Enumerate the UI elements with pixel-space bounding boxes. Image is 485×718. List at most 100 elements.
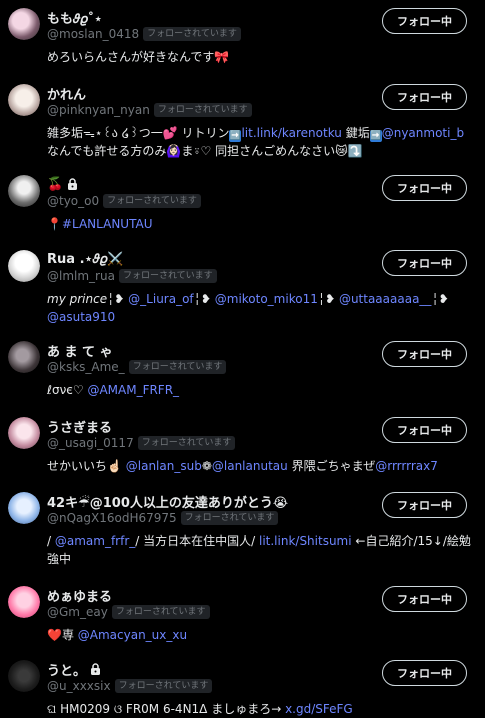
handle-line: @ksks_Ame_ フォローされています — [47, 359, 227, 375]
avatar[interactable] — [8, 492, 40, 524]
display-name[interactable]: もも𝜗𝜚˚⋆ — [47, 8, 102, 27]
follows-you-badge: フォローされています — [153, 103, 252, 117]
avatar[interactable] — [8, 175, 40, 207]
lock-icon — [90, 663, 101, 675]
user-cell[interactable]: めぁゆまる @Gm_eay フォローされています ❤️専 @Amacyan_ux_xu… — [0, 586, 485, 666]
following-button[interactable]: フォロー中 — [382, 492, 467, 518]
mention-link[interactable]: @rrrrrrax7 — [375, 459, 438, 473]
bio-text: ଘ HM0209 ଓ FR0M 6-4N1Δ ましゅまろ→ — [47, 702, 286, 716]
avatar[interactable] — [8, 586, 40, 618]
display-name[interactable]: かれん — [47, 84, 86, 103]
user-handle: @moslan_0418 — [47, 27, 140, 41]
user-bio: せかいいち☝🏻 @lanlan_sub❁@lanlanutau 界隈ごちゃまぜ@… — [47, 457, 472, 475]
avatar[interactable] — [8, 417, 40, 449]
display-name[interactable]: 🍒 — [47, 177, 63, 192]
user-cell[interactable]: うと。 @u_xxxsix フォローされています ଘ HM0209 ଓ FR0M 6-… — [0, 660, 485, 718]
display-name[interactable]: Rua .⋆𝜗𝜚⚔️ — [47, 252, 123, 267]
bio-text: なんでも許せる方のみ🙆🏻‍♀️ま⍤♡ 同担さんごめんなさい😿⤵️ — [47, 144, 363, 158]
url-link[interactable]: lit.link/Shitsumi — [259, 534, 352, 548]
user-bio: 雑多垢ᯓ⋆꒰ა ໒꒱つ一💕 リトリン➡️lit.link/karenotku 鍵… — [47, 124, 472, 160]
mention-link[interactable]: @_Liura_of — [128, 292, 193, 306]
mention-link[interactable]: @mikoto_miko11 — [215, 292, 318, 306]
url-link[interactable]: lit.link/karenotku — [241, 126, 341, 140]
display-name[interactable]: めぁゆまる — [47, 586, 112, 605]
lock-icon — [67, 178, 78, 190]
right-arrow-icon: ➡️ — [369, 130, 382, 142]
following-button[interactable]: フォロー中 — [382, 586, 467, 612]
bio-text: ℓσνє♡ — [47, 383, 88, 397]
name-line: Rua .⋆𝜗𝜚⚔️ — [47, 250, 123, 268]
user-bio: ❤️専 @Amacyan_ux_xu — [47, 626, 472, 644]
name-line: もも𝜗𝜚˚⋆ — [47, 8, 102, 27]
user-handle: @tyo_o0 — [47, 194, 100, 208]
user-handle: @Gm_eay — [47, 605, 108, 619]
url-link[interactable]: x.gd/SFeFG — [285, 702, 353, 716]
avatar[interactable] — [8, 250, 40, 282]
following-list: もも𝜗𝜚˚⋆ @moslan_0418 フォローされています めろいらんさんが好きなん… — [0, 0, 485, 718]
mention-link[interactable]: @uttaaaaaaa__ — [339, 292, 432, 306]
avatar[interactable] — [8, 8, 40, 40]
following-button[interactable]: フォロー中 — [382, 84, 467, 110]
right-arrow-icon: ➡️ — [229, 130, 242, 142]
bio-text: せかいいち☝🏻 — [47, 459, 126, 473]
bio-text: 雑多垢ᯓ⋆꒰ა ໒꒱つ一💕 リトリン — [47, 126, 230, 140]
user-handle: @ksks_Ame_ — [47, 360, 125, 374]
display-name[interactable]: 42キ☔@100人以上の友達ありがとう😭 — [47, 492, 288, 511]
follows-you-badge: フォローされています — [143, 27, 241, 41]
display-name[interactable]: うと。 — [47, 660, 86, 679]
bio-text: めろいらんさんが好きなんです🎀 — [47, 50, 230, 64]
display-name[interactable]: あ ま て ゃ — [47, 341, 113, 360]
user-bio: ℓσνє♡ @AMAM_FRFR_ — [47, 381, 472, 399]
user-cell[interactable]: Rua .⋆𝜗𝜚⚔️ @lmlm_rua フォローされています my prince╎❥… — [0, 250, 485, 330]
user-cell[interactable]: 42キ☔@100人以上の友達ありがとう😭 @nQagX16odH67975 フォロー… — [0, 492, 485, 572]
user-cell[interactable]: うさぎまる @_usagi_0117 フォローされています せかいいち☝🏻 @lanl… — [0, 417, 485, 497]
hashtag-link[interactable]: #LANLANUTAU — [62, 217, 153, 231]
bio-text: ╎❥ — [317, 292, 339, 306]
following-button[interactable]: フォロー中 — [382, 341, 467, 367]
bio-text: 界隈ごちゃまぜ — [287, 459, 376, 473]
avatar[interactable] — [8, 84, 40, 116]
name-line: うさぎまる — [47, 417, 112, 436]
mention-link[interactable]: @amam_frfr_ — [55, 534, 135, 548]
avatar[interactable] — [8, 341, 40, 373]
user-cell[interactable]: 🍒 @tyo_o0 フォローされています 📍#LANLANUTAU フォロー中 — [0, 175, 485, 255]
follows-you-badge: フォローされています — [111, 605, 210, 619]
following-button[interactable]: フォロー中 — [382, 250, 467, 276]
bio-text: ❁ — [201, 459, 212, 473]
handle-line: @nQagX16odH67975 フォローされています — [47, 510, 279, 526]
mention-link[interactable]: @AMAM_FRFR_ — [87, 383, 179, 397]
user-cell[interactable]: もも𝜗𝜚˚⋆ @moslan_0418 フォローされています めろいらんさんが好きなん… — [0, 8, 485, 88]
mention-link[interactable]: @asuta910 — [47, 310, 115, 324]
following-button[interactable]: フォロー中 — [382, 417, 467, 443]
user-handle: @_usagi_0117 — [47, 436, 134, 450]
user-cell[interactable]: あ ま て ゃ @ksks_Ame_ フォローされています ℓσνє♡ @AMAM_F… — [0, 341, 485, 421]
handle-line: @tyo_o0 フォローされています — [47, 193, 201, 209]
bio-text: my prince — [47, 292, 108, 306]
following-button[interactable]: フォロー中 — [382, 660, 467, 686]
user-bio: 📍#LANLANUTAU — [47, 215, 472, 233]
avatar[interactable] — [8, 660, 40, 692]
mention-link[interactable]: @lanlan_sub — [126, 459, 202, 473]
bio-text: / 当方日本在住中国人/ — [135, 534, 259, 548]
mention-link[interactable]: @nyanmoti_b — [382, 126, 464, 140]
handle-line: @_usagi_0117 フォローされています — [47, 435, 236, 451]
user-bio: my prince╎❥ @_Liura_of╎❥ @mikoto_miko11╎… — [47, 290, 472, 326]
name-line: あ ま て ゃ — [47, 341, 113, 360]
user-handle: @u_xxxsix — [47, 679, 111, 693]
handle-line: @moslan_0418 フォローされています — [47, 26, 241, 42]
follows-you-badge: フォローされています — [180, 511, 279, 525]
mention-link[interactable]: @lanlanutau — [212, 459, 288, 473]
following-button[interactable]: フォロー中 — [382, 175, 467, 201]
bio-text: 鍵垢 — [341, 126, 370, 140]
bio-text: ❤️専 — [47, 628, 78, 642]
handle-line: @pinknyan_nyan フォローされています — [47, 102, 252, 118]
bio-text: ╎❥ — [431, 292, 449, 306]
user-cell[interactable]: かれん @pinknyan_nyan フォローされています 雑多垢ᯓ⋆꒰ა ໒꒱つ一💕… — [0, 84, 485, 164]
follows-you-badge: フォローされています — [118, 269, 217, 283]
bio-text: ╎❥ — [193, 292, 215, 306]
follows-you-badge: フォローされています — [103, 194, 201, 208]
user-bio: ଘ HM0209 ଓ FR0M 6-4N1Δ ましゅまろ→ x.gd/SFeFG — [47, 700, 472, 718]
mention-link[interactable]: @Amacyan_ux_xu — [78, 628, 187, 642]
following-button[interactable]: フォロー中 — [382, 8, 467, 34]
display-name[interactable]: うさぎまる — [47, 417, 112, 436]
